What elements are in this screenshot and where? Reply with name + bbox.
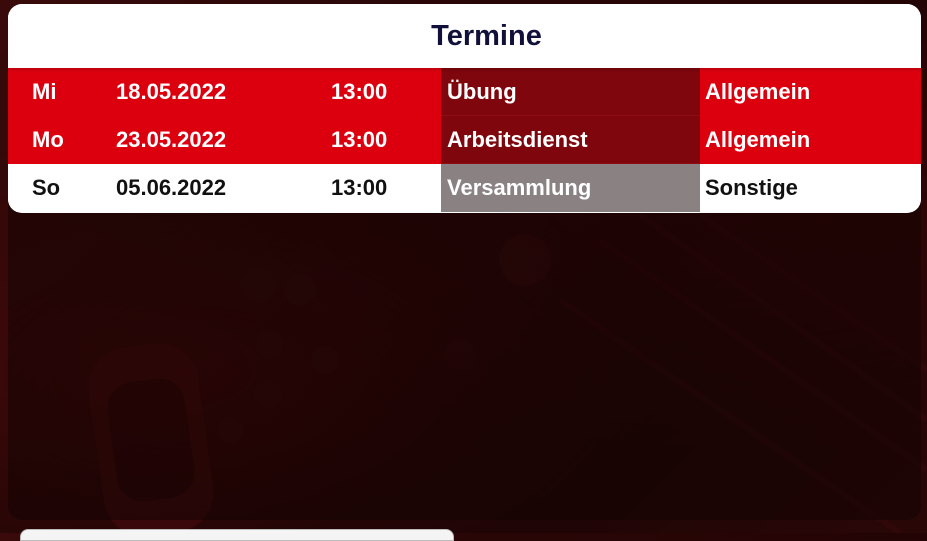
date-cell: 23.05.2022 — [116, 127, 227, 152]
time-cell: 13:00 — [331, 175, 388, 200]
day-cell: So — [32, 175, 61, 200]
time-cell: 13:00 — [331, 127, 388, 152]
day-cell: Mi — [32, 79, 57, 104]
table-row: So 05.06.2022 13:00 Versammlung Sonstige — [8, 164, 921, 212]
table-row: Mo 23.05.2022 13:00 Arbeitsdienst Allgem… — [8, 116, 921, 164]
type-cell: Versammlung — [441, 164, 700, 212]
date-cell: 05.06.2022 — [116, 175, 227, 200]
type-cell: Arbeitsdienst — [441, 116, 700, 164]
appointments-panel: Termine Mi 18.05.2022 13:00 Übung Allgem… — [8, 4, 921, 213]
next-panel-edge — [20, 529, 454, 541]
category-cell: Sonstige — [705, 175, 798, 200]
day-cell: Mo — [32, 127, 64, 152]
category-cell: Allgemein — [705, 127, 811, 152]
table-row: Mi 18.05.2022 13:00 Übung Allgemein — [8, 68, 921, 116]
panel-header: Termine — [8, 4, 921, 68]
type-cell: Übung — [441, 68, 700, 116]
category-cell: Allgemein — [705, 79, 811, 104]
appointments-table: Mi 18.05.2022 13:00 Übung Allgemein Mo 2… — [8, 68, 921, 212]
page-title: Termine — [431, 19, 542, 52]
time-cell: 13:00 — [331, 79, 388, 104]
date-cell: 18.05.2022 — [116, 79, 227, 104]
